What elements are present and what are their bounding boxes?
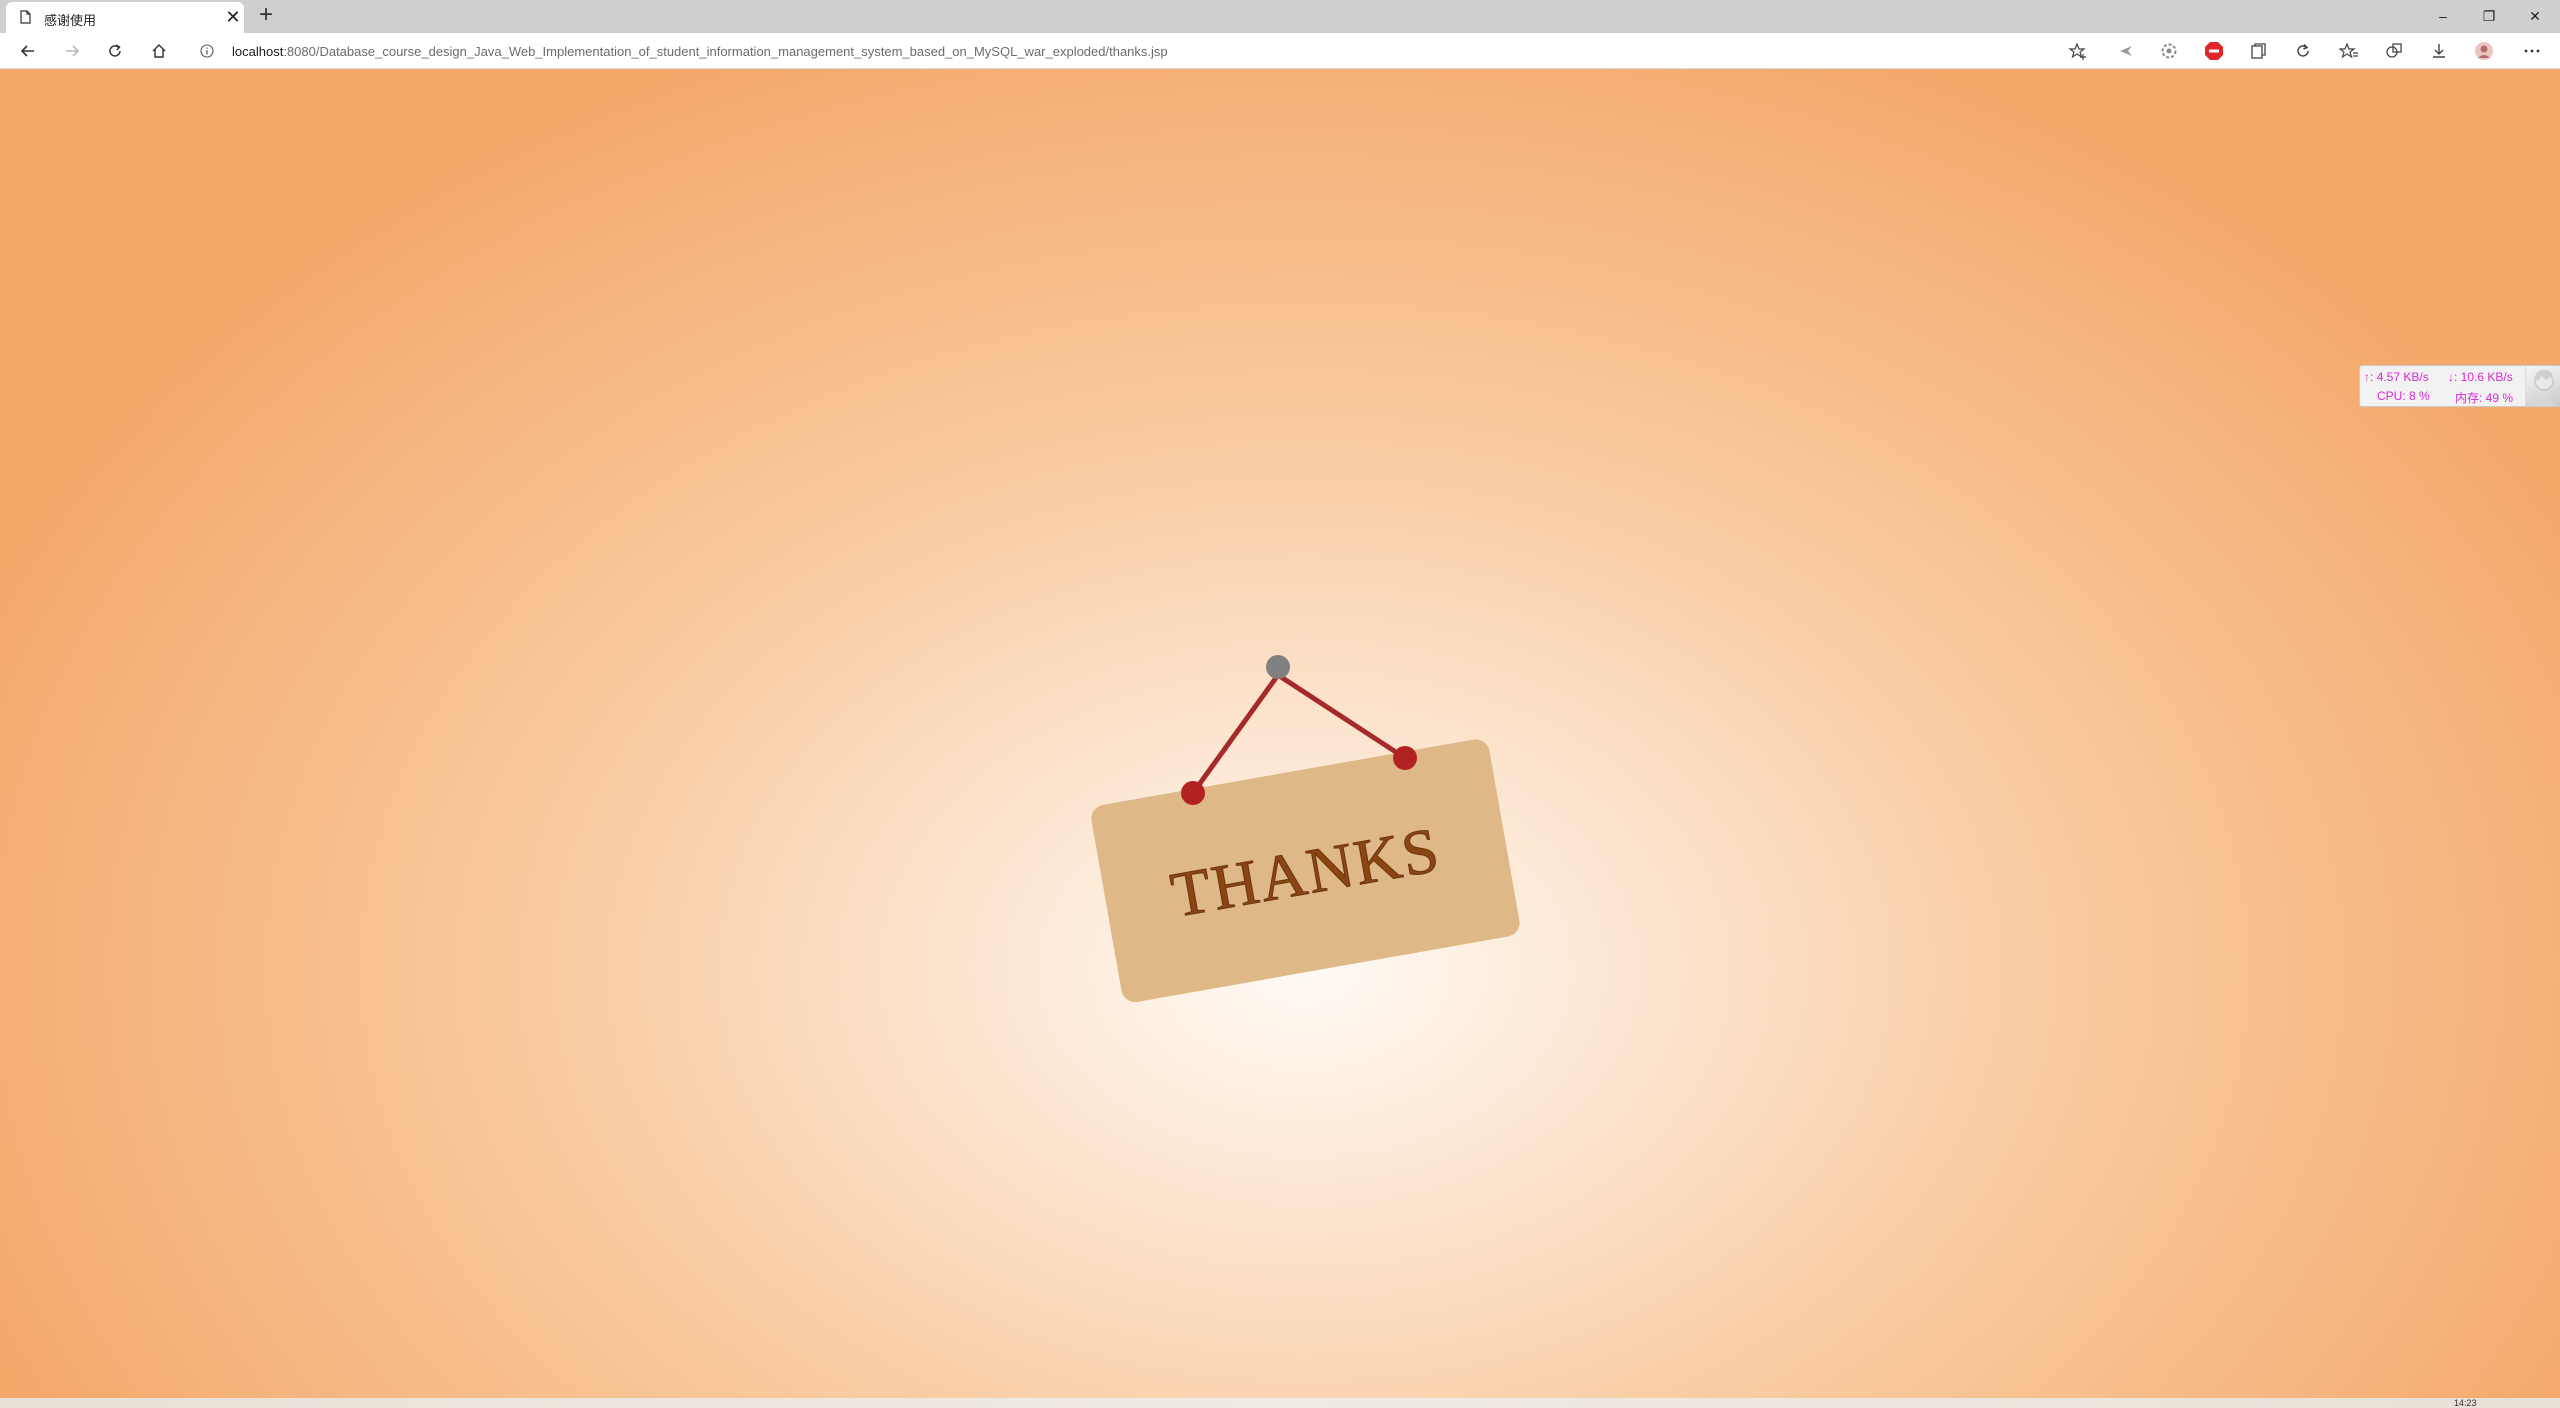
memory-usage: 内存: 49 % bbox=[2455, 391, 2514, 405]
extension-arrow-icon[interactable] bbox=[2116, 41, 2136, 61]
info-icon[interactable] bbox=[200, 44, 214, 58]
tab-title: 感谢使用 bbox=[44, 13, 97, 28]
reload-icon bbox=[109, 44, 121, 57]
reload-button[interactable] bbox=[101, 37, 129, 65]
extension-gear-icon[interactable] bbox=[2159, 41, 2179, 61]
top-pin bbox=[1266, 655, 1290, 679]
url-path: :8080/Database_course_design_Java_Web_Im… bbox=[283, 44, 1168, 59]
minimize-button[interactable]: – bbox=[2420, 0, 2466, 32]
browser-toolbar: localhost:8080/Database_course_design_Ja… bbox=[0, 33, 2560, 69]
tab-actions-icon[interactable] bbox=[2384, 41, 2404, 61]
net-monitor-widget: ↑: 4.57 KB/s ↓: 10.6 KB/s CPU: 8 % 内存: 4… bbox=[2359, 365, 2560, 407]
tab-close-icon[interactable]: ✕ bbox=[224, 8, 242, 26]
favorites-icon[interactable] bbox=[2339, 41, 2359, 61]
profile-avatar-icon[interactable] bbox=[2474, 41, 2494, 61]
home-icon bbox=[152, 44, 166, 58]
taskbar-strip bbox=[0, 1398, 2560, 1408]
more-menu-icon[interactable] bbox=[2522, 41, 2542, 61]
url-host: localhost bbox=[232, 44, 284, 59]
address-bar[interactable]: localhost:8080/Database_course_design_Ja… bbox=[190, 36, 2070, 66]
cpu-usage: CPU: 8 % bbox=[2377, 389, 2430, 403]
tab-thanks[interactable]: 感谢使用 ✕ bbox=[6, 2, 244, 33]
page-content: THANKS ↑: 4.57 KB/s ↓: 10.6 KB/s CPU: 8 … bbox=[0, 69, 2560, 1398]
new-tab-button[interactable]: + bbox=[254, 3, 278, 28]
home-button[interactable] bbox=[145, 37, 173, 65]
taskbar-clock: 14:23 bbox=[2454, 1398, 2477, 1408]
favorite-add-icon[interactable] bbox=[2068, 41, 2088, 61]
restore-button[interactable]: ❐ bbox=[2466, 0, 2512, 32]
right-string bbox=[1275, 672, 1408, 761]
downloads-icon[interactable] bbox=[2429, 41, 2449, 61]
forward-button[interactable] bbox=[58, 37, 86, 65]
left-string bbox=[1190, 672, 1281, 796]
collections-icon[interactable] bbox=[2249, 41, 2269, 61]
monitor-avatar-icon bbox=[2525, 366, 2560, 406]
right-nail bbox=[1393, 746, 1417, 770]
url-text[interactable]: localhost:8080/Database_course_design_Ja… bbox=[232, 44, 1168, 59]
close-window-button[interactable]: ✕ bbox=[2512, 0, 2558, 32]
page-icon bbox=[20, 10, 31, 24]
upload-speed: ↑: 4.57 KB/s bbox=[2364, 370, 2429, 384]
forward-arrow-icon bbox=[66, 45, 80, 57]
refresh-extension-icon[interactable] bbox=[2293, 41, 2313, 61]
thanks-sign: THANKS bbox=[1091, 655, 1520, 1003]
left-nail bbox=[1181, 781, 1205, 805]
download-speed: ↓: 10.6 KB/s bbox=[2448, 370, 2513, 384]
browser-window: 感谢使用 ✕ + – ❐ ✕ localhost:8080/Database_c… bbox=[0, 0, 2560, 1408]
back-arrow-icon bbox=[20, 45, 34, 57]
back-button[interactable] bbox=[14, 37, 42, 65]
adblock-icon[interactable] bbox=[2204, 41, 2224, 61]
tab-strip: 感谢使用 ✕ + – ❐ ✕ bbox=[0, 0, 2560, 33]
